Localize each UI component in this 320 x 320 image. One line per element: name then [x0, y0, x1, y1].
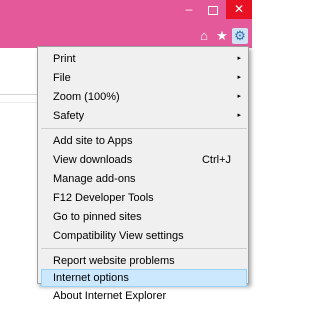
menu-item-label: Internet options	[53, 272, 129, 284]
menu-item-f12-developer-tools[interactable]: F12 Developer Tools	[41, 189, 247, 207]
menu-item-file[interactable]: File ▸	[41, 69, 247, 87]
menu-item-label: Print	[53, 53, 76, 65]
home-icon[interactable]: ⌂	[196, 28, 212, 44]
page-divider	[0, 94, 37, 95]
menu-item-label: Safety	[53, 110, 85, 122]
menu-item-label: Compatibility View settings	[53, 230, 184, 242]
submenu-arrow-icon: ▸	[237, 55, 241, 62]
menu-item-print[interactable]: Print ▸	[41, 50, 247, 68]
maximize-icon	[208, 6, 218, 15]
menu-item-internet-options[interactable]: Internet options	[41, 269, 247, 287]
menu-item-go-to-pinned-sites[interactable]: Go to pinned sites	[41, 208, 247, 226]
submenu-arrow-icon: ▸	[237, 112, 241, 119]
tools-gear-icon[interactable]: ⚙	[232, 28, 248, 44]
menu-item-label: Zoom (100%)	[53, 91, 120, 103]
menu-item-label: View downloads	[53, 154, 133, 166]
menu-item-manage-addons[interactable]: Manage add-ons	[41, 170, 247, 188]
page-content	[0, 48, 37, 320]
menu-item-report-website-problems[interactable]: Report website problems	[41, 252, 247, 270]
menu-item-label: File	[53, 72, 71, 84]
menu-item-label: About Internet Explorer	[53, 290, 167, 302]
maximize-button[interactable]	[201, 1, 225, 19]
menu-item-label: Go to pinned sites	[53, 211, 142, 223]
menu-item-safety[interactable]: Safety ▸	[41, 107, 247, 125]
menu-item-label: Report website problems	[53, 255, 175, 267]
menu-item-zoom[interactable]: Zoom (100%) ▸	[41, 88, 247, 106]
submenu-arrow-icon: ▸	[237, 74, 241, 81]
submenu-arrow-icon: ▸	[237, 93, 241, 100]
menu-item-view-downloads[interactable]: View downloads Ctrl+J	[41, 151, 247, 169]
close-button[interactable]: ✕	[226, 0, 252, 19]
minimize-button[interactable]: –	[177, 1, 201, 19]
menu-item-compatibility-view-settings[interactable]: Compatibility View settings	[41, 227, 247, 245]
menu-item-label: F12 Developer Tools	[53, 192, 154, 204]
favorites-star-icon[interactable]: ★	[214, 28, 230, 44]
menu-separator	[41, 128, 247, 129]
menu-separator	[41, 248, 247, 249]
menu-item-label: Manage add-ons	[53, 173, 136, 185]
menu-item-shortcut: Ctrl+J	[201, 154, 231, 166]
tools-menu: Print ▸ File ▸ Zoom (100%) ▸ Safety ▸ Ad…	[37, 46, 249, 302]
page-divider	[0, 102, 37, 103]
menu-item-label: Add site to Apps	[53, 135, 133, 147]
menu-item-about-internet-explorer[interactable]: About Internet Explorer	[41, 287, 247, 305]
menu-item-add-site-to-apps[interactable]: Add site to Apps	[41, 132, 247, 150]
